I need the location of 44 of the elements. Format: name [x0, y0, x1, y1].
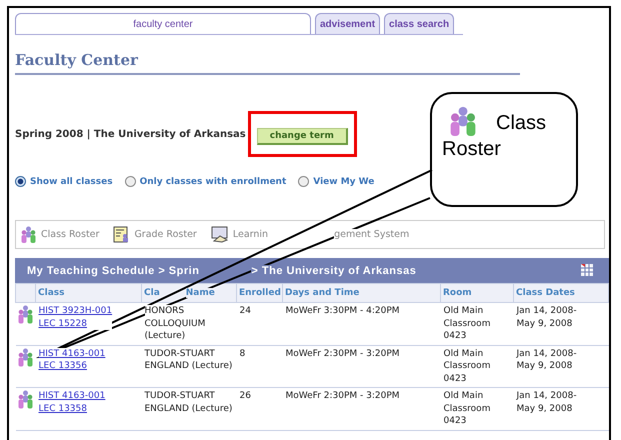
filter-label[interactable]: View My We [313, 176, 374, 186]
breadcrumb-text: My Teaching Schedule > Sprin [27, 264, 200, 276]
class-link[interactable]: HIST 3923H-001 LEC 15228 [38, 305, 112, 330]
column-header: Name [186, 288, 215, 298]
callout-text: Roster [442, 138, 501, 160]
table-cell: TUDOR-STUART ENGLAND (Lecture) [144, 390, 232, 415]
term-label: Spring 2008 | The University of Arkansas [15, 128, 246, 140]
filter-label[interactable]: Show all classes [30, 176, 113, 186]
toolbar-link[interactable]: Grade Roster [134, 229, 197, 240]
column-header: Class [38, 288, 64, 298]
table-cell: TUDOR-STUART ENGLAND (Lecture) [144, 348, 232, 372]
column-header: Class Dates [516, 288, 575, 298]
toolbar-link[interactable]: Learnin [232, 229, 268, 240]
radio-button[interactable] [15, 176, 26, 187]
change-term-button[interactable]: change term [256, 128, 348, 145]
filter-label[interactable]: Only classes with enrollment [140, 176, 286, 186]
column-header: Cla [144, 288, 160, 298]
radio-button[interactable] [124, 176, 136, 187]
table-cell: Jan 14, 2008- May 9, 2008 [516, 305, 577, 330]
table-cell: HONORS COLLOQUIUM (Lecture) [144, 305, 206, 342]
grid-icon[interactable] [581, 264, 593, 276]
callout-text: Class [496, 112, 546, 134]
people-icon [448, 106, 478, 136]
toolbar-link[interactable]: Class Roster [41, 229, 100, 240]
breadcrumb-text: > The University of Arkansas [251, 264, 416, 276]
people-icon[interactable] [16, 305, 34, 324]
column-header: Enrolled [239, 288, 281, 298]
class-link[interactable]: HIST 4163-001 LEC 13356 [38, 348, 106, 372]
column-header: Days and Time [285, 288, 360, 298]
table-cell: Jan 14, 2008- May 9, 2008 [516, 348, 577, 372]
toolbar-link[interactable]: gement System [334, 229, 410, 240]
people-icon[interactable] [20, 226, 37, 243]
roster-sheet-icon[interactable] [113, 226, 130, 243]
tab[interactable]: advisement [315, 13, 380, 34]
monitor-book-icon[interactable] [210, 226, 229, 243]
column-header: Room [443, 288, 472, 298]
tab[interactable]: class search [384, 13, 454, 34]
page-title: Faculty Center [15, 51, 520, 75]
tab[interactable]: faculty center [15, 13, 311, 34]
radio-button[interactable] [298, 176, 310, 187]
people-icon[interactable] [16, 390, 34, 409]
people-icon[interactable] [16, 348, 34, 366]
class-link[interactable]: HIST 4163-001 LEC 13358 [38, 390, 106, 415]
table-cell: Jan 14, 2008- May 9, 2008 [516, 390, 577, 415]
